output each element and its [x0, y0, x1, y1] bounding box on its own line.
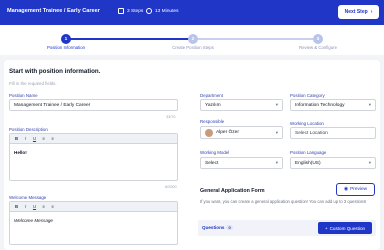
position-name-counter: 33/70	[166, 115, 176, 119]
questions-label-wrap: Questions 0	[202, 225, 233, 230]
application-form-description: If you want, you can create a general ap…	[200, 199, 367, 204]
welcome-message-editor[interactable]: B I U ≡ ≡ Welcome Message	[9, 201, 178, 245]
underline-button[interactable]: U	[31, 135, 38, 142]
position-description-editor[interactable]: B I U ≡ ≡ Hello!	[9, 133, 178, 181]
underline-button[interactable]: U	[31, 203, 38, 210]
chevron-down-icon: ▾	[275, 102, 278, 107]
ordered-list-button[interactable]: ≡	[40, 203, 47, 210]
position-language-select[interactable]: English(US) ▾	[290, 157, 376, 169]
italic-button[interactable]: I	[22, 135, 29, 142]
chevron-down-icon: ▾	[275, 129, 278, 135]
department-value: Yazılım	[205, 102, 221, 108]
steps-icon	[118, 8, 124, 14]
questions-count-badge: 0	[226, 225, 233, 230]
step-3-indicator[interactable]: 3	[313, 34, 323, 44]
ordered-list-button[interactable]: ≡	[40, 135, 47, 142]
step-2-label[interactable]: Create Position Steps	[172, 45, 214, 50]
position-category-label: Position Category	[290, 93, 325, 98]
step-3-label[interactable]: Review & Configure	[299, 45, 337, 50]
steps-meta-text: 3 Steps	[127, 8, 144, 14]
welcome-toolbar: B I U ≡ ≡	[10, 202, 177, 212]
stepper: 1 Position Information 2 Create Position…	[0, 25, 384, 55]
duration-meta-text: 13 Minutes	[155, 8, 179, 14]
position-name-label: Position Name	[9, 93, 38, 98]
chevron-down-icon: ▾	[275, 160, 278, 165]
duration-meta: 13 Minutes	[146, 8, 178, 14]
form-title: Start with position information.	[9, 68, 101, 75]
arrow-right-icon: ›	[370, 9, 373, 15]
description-counter: 6/2000	[165, 185, 177, 189]
position-language-label: Position Language	[290, 150, 327, 155]
next-step-label: Next Step	[344, 9, 368, 15]
working-model-select[interactable]: Select ▾	[200, 157, 283, 169]
eye-icon: ◉	[343, 187, 349, 192]
position-name-input[interactable]: Management Trainee / Early Career	[9, 99, 178, 111]
chevron-down-icon: ▾	[368, 102, 371, 107]
working-location-placeholder: Select Location	[295, 130, 328, 136]
next-step-button[interactable]: Next Step ›	[338, 5, 379, 19]
responsible-value: Alper Özer	[216, 130, 239, 135]
preview-button[interactable]: ◉ Preview	[336, 183, 375, 196]
italic-button[interactable]: I	[22, 203, 29, 210]
step-1-indicator[interactable]: 1	[61, 34, 71, 44]
position-title: Management Trainee / Early Career	[7, 8, 100, 14]
steps-meta: 3 Steps	[118, 8, 143, 14]
chevron-down-icon: ▾	[368, 160, 371, 165]
form-subtitle: Fill in the required fields.	[9, 81, 57, 86]
application-form-title: General Application Form	[200, 188, 265, 194]
stepper-remaining-line	[191, 38, 316, 40]
bold-button[interactable]: B	[13, 135, 20, 142]
responsible-label: Responsible	[200, 119, 225, 124]
description-toolbar: B I U ≡ ≡	[10, 134, 177, 144]
department-select[interactable]: Yazılım ▾	[200, 99, 283, 111]
position-category-select[interactable]: Information Technology ▾	[290, 99, 376, 111]
top-header: Management Trainee / Early Career 3 Step…	[0, 0, 384, 25]
working-model-value: Select	[205, 160, 219, 166]
step-2-indicator[interactable]: 2	[188, 34, 198, 44]
bullet-list-button[interactable]: ≡	[49, 203, 56, 210]
position-language-value: English(US)	[295, 160, 321, 166]
custom-question-label: Custom Question	[329, 225, 366, 231]
plus-icon: +	[324, 225, 328, 231]
stepper-progress-line	[68, 38, 191, 40]
questions-label: Questions	[202, 225, 225, 230]
working-location-select[interactable]: Select Location	[290, 127, 376, 139]
responsible-select[interactable]: Alper Özer ▾	[200, 126, 283, 139]
questions-bar: Questions 0 + Custom Question	[198, 220, 376, 236]
description-content[interactable]: Hello!	[10, 144, 177, 161]
bullet-list-button[interactable]: ≡	[49, 135, 56, 142]
department-label: Department	[200, 93, 223, 98]
welcome-content[interactable]: Welcome Message	[10, 212, 177, 229]
position-category-value: Information Technology	[295, 102, 345, 108]
position-description-label: Position Description	[9, 127, 48, 132]
custom-question-button[interactable]: + Custom Question	[318, 222, 372, 234]
avatar	[205, 128, 213, 137]
bold-button[interactable]: B	[13, 203, 20, 210]
working-location-label: Working Location	[290, 121, 324, 126]
working-model-label: Working Model	[200, 150, 230, 155]
clock-icon	[146, 8, 152, 14]
preview-label: Preview	[350, 187, 368, 192]
step-1-label[interactable]: Position Information	[47, 45, 85, 50]
welcome-message-label: Welcome Message	[9, 195, 47, 200]
